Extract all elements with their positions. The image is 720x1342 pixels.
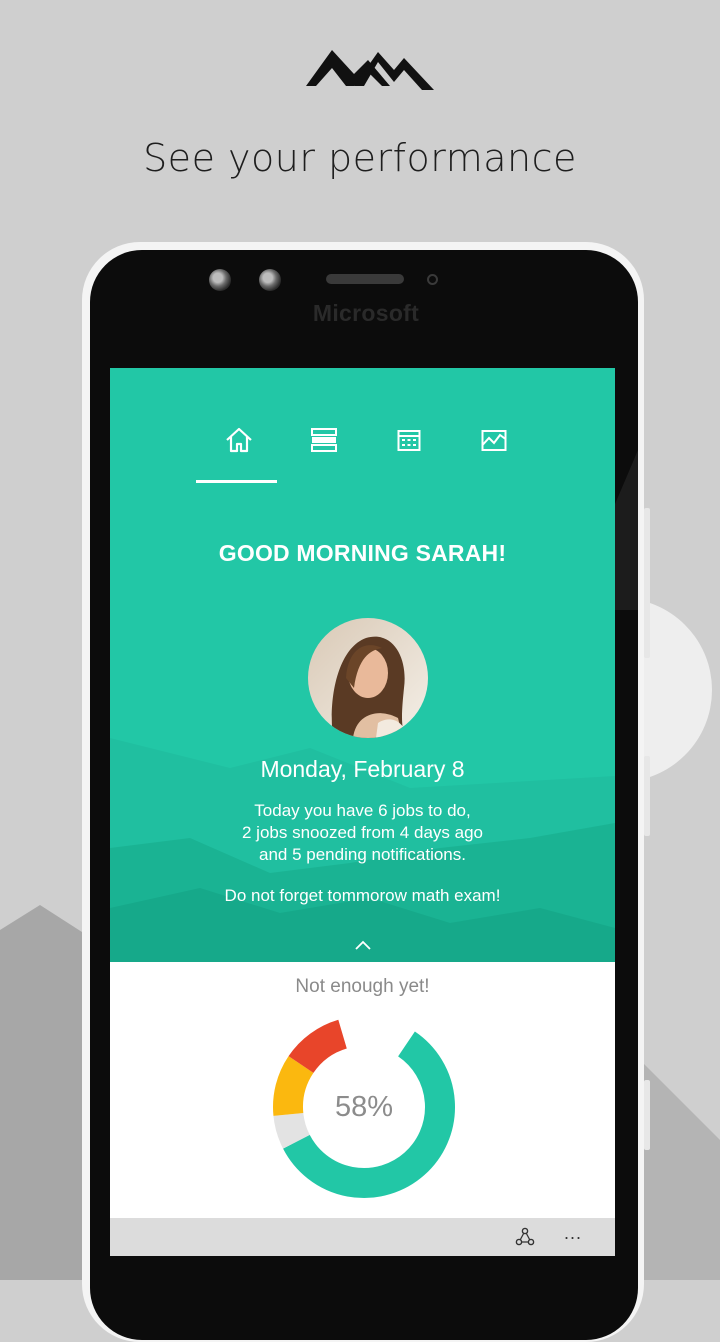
current-date: Monday, February 8 (260, 756, 465, 782)
list-icon (310, 428, 337, 452)
performance-caption: Not enough yet! (295, 976, 430, 997)
power-button (644, 756, 650, 836)
calendar-icon (397, 430, 420, 451)
performance-donut: 58% (273, 1019, 455, 1198)
active-tab-indicator (196, 480, 277, 483)
camera-button (644, 1080, 650, 1150)
profile-photo (308, 618, 428, 738)
share-icon (515, 1227, 535, 1246)
volume-button (644, 508, 650, 658)
app-logo (306, 50, 434, 90)
tab-home[interactable] (196, 420, 281, 460)
chevron-up-icon[interactable] (353, 938, 373, 952)
app-screen: GOOD MORNING SARAH! Monday, February 8 T… (110, 368, 615, 1256)
chart-icon (481, 430, 506, 451)
summary-line: 2 jobs snoozed from 4 days ago (242, 823, 483, 842)
front-sensor (259, 269, 281, 291)
summary-line: and 5 pending notifications. (259, 845, 466, 864)
share-button[interactable] (514, 1226, 536, 1248)
tab-bar (196, 420, 536, 460)
tab-list[interactable] (281, 420, 366, 460)
daily-summary: Today you have 6 jobs to do, 2 jobs snoo… (110, 800, 615, 866)
donut-segment-neutral (273, 1112, 311, 1149)
phone-brand-logo: Microsoft (312, 300, 420, 326)
tab-stats[interactable] (451, 420, 536, 460)
home-icon (225, 427, 252, 453)
avatar[interactable] (308, 618, 428, 738)
earpiece-speaker (326, 274, 404, 284)
reminder-text: Do not forget tommorow math exam! (224, 886, 501, 905)
tab-calendar[interactable] (366, 420, 451, 460)
summary-line: Today you have 6 jobs to do, (254, 801, 471, 820)
headline: See your performance (143, 136, 577, 180)
greeting-title: GOOD MORNING SARAH! (218, 540, 507, 566)
performance-percent: 58% (335, 1091, 393, 1123)
front-camera (209, 269, 231, 291)
more-button[interactable]: ... (561, 1224, 585, 1246)
hero-panel: GOOD MORNING SARAH! Monday, February 8 T… (110, 368, 615, 962)
app-bar: ... (110, 1218, 615, 1256)
donut-segment-warning (273, 1056, 314, 1116)
proximity-sensor (427, 274, 438, 285)
donut-segment-critical (288, 1019, 348, 1074)
